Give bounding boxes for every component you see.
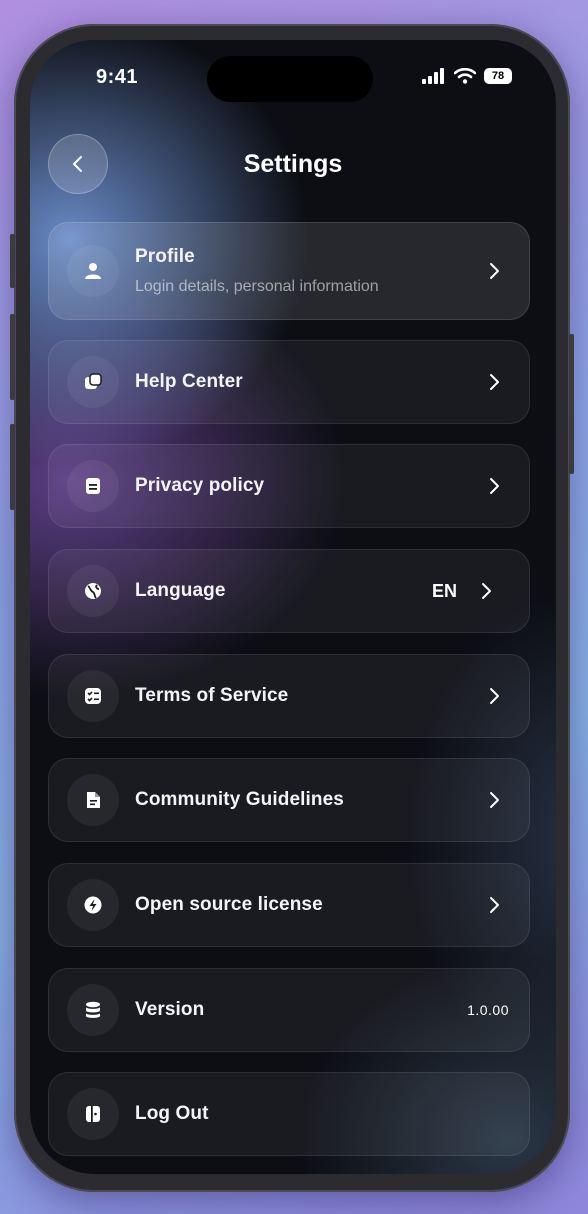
volume-down-button — [10, 424, 15, 510]
item-label: Open source license — [135, 894, 323, 915]
chevron-right-icon — [482, 583, 491, 599]
item-label: Log Out — [135, 1103, 209, 1124]
item-subtitle: Login details, personal information — [135, 278, 379, 295]
file-icon — [67, 774, 119, 826]
settings-item-language[interactable]: Language EN — [48, 549, 530, 633]
item-label: Community Guidelines — [135, 789, 344, 810]
chevron-right-icon — [490, 263, 499, 279]
status-icons: 78 — [422, 68, 512, 84]
volume-up-button — [10, 314, 15, 400]
settings-item-privacy-policy[interactable]: Privacy policy — [48, 444, 530, 528]
chevron-right-icon — [490, 792, 499, 808]
version-value: 1.0.00 — [467, 1002, 509, 1018]
chevron-right-icon — [490, 688, 499, 704]
bolt-icon — [67, 879, 119, 931]
settings-item-profile[interactable]: Profile Login details, personal informat… — [48, 222, 530, 320]
screen: 9:41 78 Settings Profile Login details, … — [30, 40, 556, 1174]
language-value: EN — [431, 580, 457, 601]
chevron-right-icon — [490, 478, 499, 494]
status-time: 9:41 — [96, 66, 139, 88]
item-label: Help Center — [135, 371, 243, 392]
action-button — [10, 234, 15, 288]
status-bar: 9:41 78 — [30, 40, 556, 112]
chevron-right-icon — [490, 374, 499, 390]
battery-icon: 78 — [484, 68, 512, 84]
settings-item-open-source-license[interactable]: Open source license — [48, 863, 530, 947]
settings-item-version: Version 1.0.00 — [48, 968, 530, 1052]
wifi-icon — [454, 68, 476, 84]
item-label: Version — [135, 999, 205, 1020]
settings-item-terms-of-service[interactable]: Terms of Service — [48, 654, 530, 738]
checklist-icon — [67, 670, 119, 722]
globe-icon — [67, 565, 119, 617]
page-title: Settings — [243, 150, 343, 178]
document-icon — [67, 460, 119, 512]
dynamic-island — [207, 56, 373, 102]
item-label: Language — [135, 580, 226, 601]
power-button — [569, 334, 574, 474]
item-label: Terms of Service — [135, 685, 289, 706]
settings-item-help-center[interactable]: Help Center — [48, 340, 530, 424]
user-icon — [67, 245, 119, 297]
chevron-right-icon — [490, 897, 499, 913]
item-label: Profile — [135, 246, 195, 267]
item-label: Privacy policy — [135, 475, 265, 496]
database-icon — [67, 984, 119, 1036]
settings-item-log-out[interactable]: Log Out — [48, 1072, 530, 1156]
signal-icon — [422, 68, 444, 84]
settings-item-community-guidelines[interactable]: Community Guidelines — [48, 758, 530, 842]
logout-icon — [67, 1088, 119, 1140]
help-center-icon — [67, 356, 119, 408]
